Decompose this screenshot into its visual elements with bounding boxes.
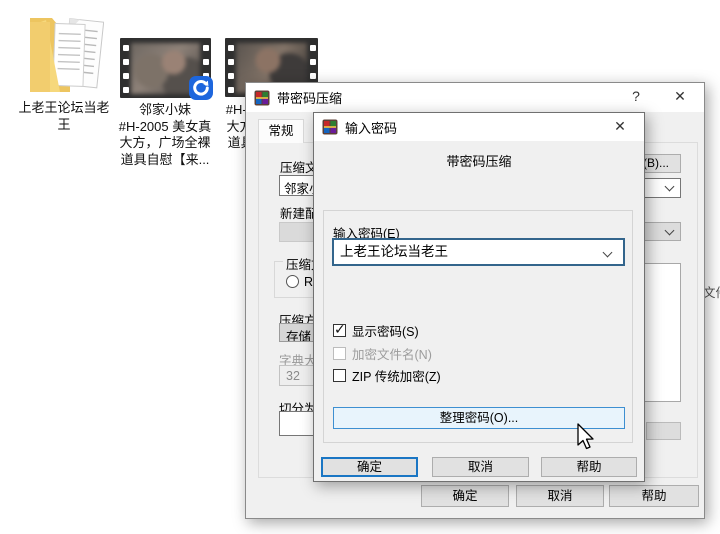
video-1-label[interactable]: 邻家小妹 #H-2005 美女真 大方，广场全裸 道具自慰【来... (107, 102, 223, 168)
right-button-fragment[interactable] (646, 422, 681, 440)
help-button[interactable]: ? (616, 88, 656, 104)
organize-passwords-button[interactable]: 整理密码(O)... (333, 407, 625, 429)
show-password-checkbox[interactable]: ✓ 显示密码(S) (333, 320, 419, 339)
outer-dialog-title: 带密码压缩 (277, 91, 343, 106)
profile-label: 新建配 (280, 207, 318, 221)
video-1-label-line: 道具自慰【来... (120, 151, 210, 167)
help-button[interactable]: 帮助 (541, 457, 637, 477)
checkbox-unchecked (333, 346, 346, 360)
inner-dialog-title: 输入密码 (345, 120, 398, 136)
folder-with-files-icon (30, 18, 105, 92)
ok-button[interactable]: 确定 (321, 457, 418, 477)
folder-label-line: 上老王论坛当老 (18, 100, 110, 115)
archive-name-label: 压缩文 (280, 161, 318, 175)
media-player-badge-icon (189, 76, 213, 100)
folder-label-line: 王 (57, 116, 71, 132)
winrar-icon (322, 119, 338, 135)
format-radio[interactable] (286, 275, 299, 288)
help-button[interactable]: 帮助 (609, 485, 699, 507)
checkbox-checked: ✓ (333, 320, 346, 337)
video-1-label-line: 大方，广场全裸 (119, 135, 211, 150)
dialog-header-text: 带密码压缩 (446, 154, 512, 169)
ok-button[interactable]: 确定 (421, 485, 509, 507)
password-combobox[interactable]: 上老王论坛当老王 (332, 238, 625, 266)
winrar-icon (254, 90, 270, 105)
chevron-down-icon (664, 225, 675, 236)
folder-icon[interactable] (26, 6, 105, 98)
format-radio-label: R (304, 275, 314, 289)
film-sprockets (225, 38, 236, 97)
close-button[interactable]: ✕ (600, 118, 640, 135)
video-1-label-line: 邻家小妹 (138, 102, 191, 117)
checkbox-unchecked (333, 368, 346, 382)
chevron-down-icon (664, 181, 675, 192)
cancel-button[interactable]: 取消 (516, 485, 604, 507)
film-sprockets (120, 38, 131, 98)
cancel-button[interactable]: 取消 (432, 457, 529, 477)
tab-general[interactable]: 常规 (258, 119, 304, 143)
background-text-fragment: 文件 (703, 286, 720, 300)
encrypt-filenames-label: 加密文件名(N) (352, 347, 432, 362)
inner-dialog-titlebar[interactable]: 输入密码 (314, 113, 644, 141)
check-icon: ✓ (334, 320, 346, 337)
zip-legacy-encryption-checkbox[interactable]: ZIP 传统加密(Z) (333, 367, 441, 384)
close-button[interactable]: ✕ (660, 88, 700, 105)
password-value: 上老王论坛当老王 (340, 244, 448, 259)
chevron-down-icon (602, 247, 613, 258)
encrypt-filenames-checkbox: 加密文件名(N) (333, 345, 432, 362)
enter-password-dialog: 输入密码 ✕ 带密码压缩 输入密码(E) 上老王论坛当老王 ✓ 显示密码(S) … (313, 112, 645, 482)
zip-legacy-encryption-label: ZIP 传统加密(Z) (352, 369, 441, 384)
show-password-label: 显示密码(S) (352, 324, 419, 339)
folder-label[interactable]: 上老王论坛当老 王 (8, 100, 120, 133)
video-1-label-line: #H-2005 美女真 (118, 118, 212, 134)
